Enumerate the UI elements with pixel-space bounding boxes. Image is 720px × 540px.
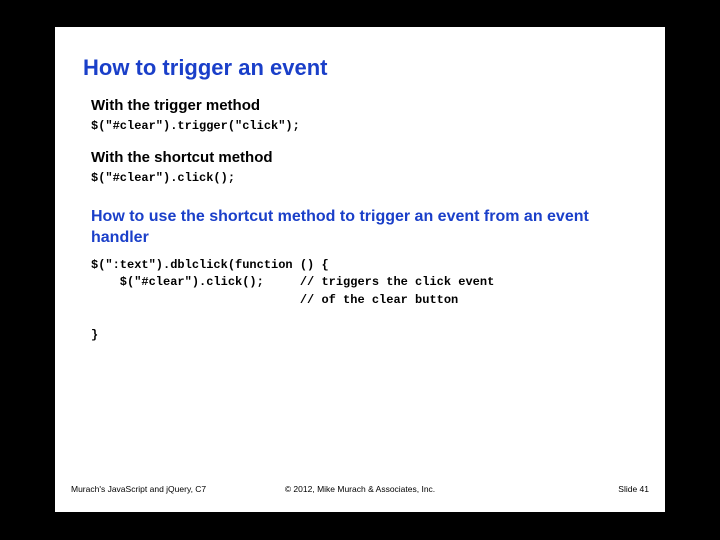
section2-heading: With the shortcut method	[91, 149, 637, 166]
section1-heading: With the trigger method	[91, 97, 637, 114]
slide-content: How to trigger an event With the trigger…	[55, 27, 665, 344]
footer-copyright: © 2012, Mike Murach & Associates, Inc.	[55, 484, 665, 494]
section3-code: $(":text").dblclick(function () { $("#cl…	[91, 257, 637, 344]
slide: How to trigger an event With the trigger…	[55, 27, 665, 512]
section1-code: $("#clear").trigger("click");	[91, 118, 637, 135]
slide-footer: Murach's JavaScript and jQuery, C7 © 201…	[55, 484, 665, 494]
section2-code: $("#clear").click();	[91, 170, 637, 187]
section3-heading: How to use the shortcut method to trigge…	[91, 206, 637, 249]
slide-title: How to trigger an event	[83, 55, 637, 81]
